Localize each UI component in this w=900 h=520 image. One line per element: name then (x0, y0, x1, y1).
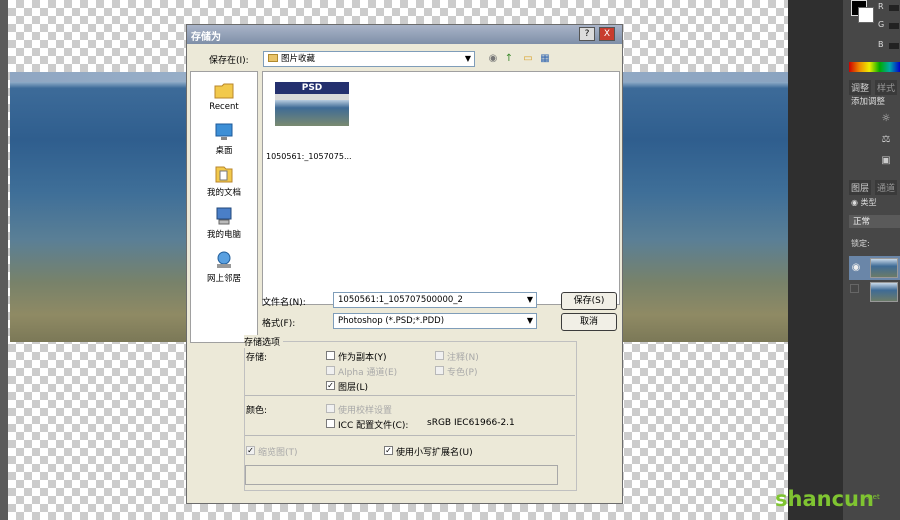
format-value: Photoshop (*.PSD;*.PDD) (338, 316, 445, 326)
as-copy-label: 作为副本(Y) (338, 353, 387, 363)
dialog-title-bar[interactable]: 存储为 (187, 25, 622, 44)
r-slider[interactable] (889, 5, 899, 11)
places-bar: Recent 桌面 我的文档 我的电脑 网上邻居 (190, 71, 258, 343)
layer-visibility-empty[interactable] (850, 284, 859, 293)
thumbnail-checkbox[interactable]: ✓ (246, 446, 255, 455)
watermark-logo: shancun (775, 487, 874, 511)
filter-icon: ◉ (851, 198, 861, 207)
layers-label: 图层(L) (338, 383, 369, 393)
icc-label: ICC 配置文件(C): (338, 421, 409, 431)
thumbnail-label: 缩览图(T) (258, 448, 298, 458)
icc-profile-value: sRGB IEC61966-2.1 (427, 418, 515, 428)
recent-folder-icon (214, 83, 234, 99)
divider (245, 395, 575, 396)
proof-checkbox[interactable] (326, 404, 335, 413)
place-recent[interactable]: Recent (191, 80, 257, 112)
warning-area (245, 465, 558, 485)
spot-label: 专色(P) (447, 368, 478, 378)
store-label: 存储: (246, 353, 268, 363)
file-thumbnail[interactable]: PSD (275, 82, 349, 126)
filename-input[interactable]: 1050561:1_105707500000_2 ▼ (333, 292, 537, 308)
back-icon[interactable]: ◉ (487, 53, 499, 65)
file-name: 1050561:_1057075... (266, 152, 352, 161)
save-in-label: 保存在(I): (209, 56, 249, 66)
network-icon (217, 251, 231, 268)
as-copy-checkbox[interactable] (326, 351, 335, 360)
layers-checkbox[interactable]: ✓ (326, 381, 335, 390)
color-label: 颜色: (246, 406, 268, 416)
desktop-icon (215, 123, 233, 140)
alpha-label: Alpha 通道(E) (338, 368, 398, 378)
place-network-label: 网上邻居 (206, 274, 241, 284)
channel-r-label: R (878, 2, 884, 11)
g-slider[interactable] (889, 23, 899, 29)
psd-badge: PSD (275, 82, 349, 94)
my-computer-icon (216, 207, 232, 225)
chevron-down-icon: ▼ (526, 295, 533, 304)
add-adjustment-label: 添加调整 (851, 97, 886, 107)
icc-checkbox[interactable] (326, 419, 335, 428)
notes-checkbox[interactable] (435, 351, 444, 360)
channel-g-label: G (878, 20, 885, 29)
place-recent-label: Recent (209, 102, 239, 112)
chevron-down-icon: ▼ (526, 316, 533, 325)
up-folder-icon[interactable]: ↑ (503, 53, 515, 65)
tab-layers[interactable]: 图层 (849, 180, 872, 195)
save-in-value: 图片收藏 (281, 54, 316, 64)
save-in-select[interactable]: 图片收藏 ▼ (263, 51, 475, 67)
format-select[interactable]: Photoshop (*.PSD;*.PDD) ▼ (333, 313, 537, 329)
background-color-swatch[interactable] (858, 7, 874, 23)
lock-label: 锁定: (851, 239, 870, 248)
file-list-area[interactable]: PSD 1050561:_1057075... (262, 71, 620, 305)
new-folder-icon[interactable]: ▭ (522, 53, 534, 65)
lowercase-ext-label: 使用小写扩展名(U) (396, 448, 473, 458)
my-documents-icon (215, 166, 233, 183)
view-menu-icon[interactable]: ▦ (539, 53, 551, 65)
photo-filter-icon[interactable]: ▣ (880, 155, 892, 167)
close-button[interactable]: X (599, 27, 615, 41)
chevron-down-icon: ▼ (464, 54, 471, 63)
layer-thumbnail-1 (870, 258, 898, 278)
alpha-checkbox[interactable] (326, 366, 335, 375)
dialog-title: 存储为 (191, 32, 221, 43)
tab-styles[interactable]: 样式 (875, 80, 898, 95)
place-network[interactable]: 网上邻居 (191, 250, 257, 284)
brightness-icon[interactable]: ☼ (880, 113, 892, 125)
kind-filter-label: 类型 (860, 198, 877, 207)
color-spectrum[interactable] (849, 62, 900, 72)
b-slider[interactable] (889, 43, 899, 49)
place-my-computer[interactable]: 我的电脑 (191, 206, 257, 240)
proof-label: 使用校样设置 (338, 406, 393, 416)
divider (245, 435, 575, 436)
help-button[interactable]: ? (579, 27, 595, 41)
watermark-domain: .net (866, 493, 880, 501)
tab-adjustments[interactable]: 调整 (849, 80, 872, 95)
tab-channels[interactable]: 通道 (875, 180, 898, 195)
place-my-documents-label: 我的文档 (206, 188, 241, 198)
kind-filter[interactable]: ◉ 类型 (851, 197, 877, 208)
place-my-computer-label: 我的电脑 (206, 230, 241, 240)
hue-icon[interactable]: ⚖ (880, 134, 892, 146)
file-preview-image (275, 100, 349, 126)
format-label: 格式(F): (262, 319, 296, 329)
channel-b-label: B (878, 40, 884, 49)
blend-mode-select[interactable]: 正常 (849, 215, 900, 228)
layer-thumbnail-2 (870, 282, 898, 302)
cancel-button[interactable]: 取消 (561, 313, 617, 331)
filename-value: 1050561:1_105707500000_2 (338, 295, 463, 305)
notes-label: 注释(N) (447, 353, 479, 363)
lowercase-ext-checkbox[interactable]: ✓ (384, 446, 393, 455)
folder-small-icon (268, 54, 278, 62)
place-my-documents[interactable]: 我的文档 (191, 164, 257, 198)
save-button[interactable]: 保存(S) (561, 292, 617, 310)
place-desktop-label: 桌面 (215, 146, 233, 156)
options-group-title: 存储选项 (244, 335, 284, 348)
place-desktop[interactable]: 桌面 (191, 122, 257, 156)
save-as-dialog: 存储为 ? X 保存在(I): 图片收藏 ▼ ◉ ↑ ▭ ▦ Recent 桌面… (186, 24, 623, 504)
eye-visibility-icon[interactable]: ◉ (850, 262, 862, 274)
filename-label: 文件名(N): (262, 298, 306, 308)
spot-checkbox[interactable] (435, 366, 444, 375)
panel-icon-strip (788, 0, 843, 520)
